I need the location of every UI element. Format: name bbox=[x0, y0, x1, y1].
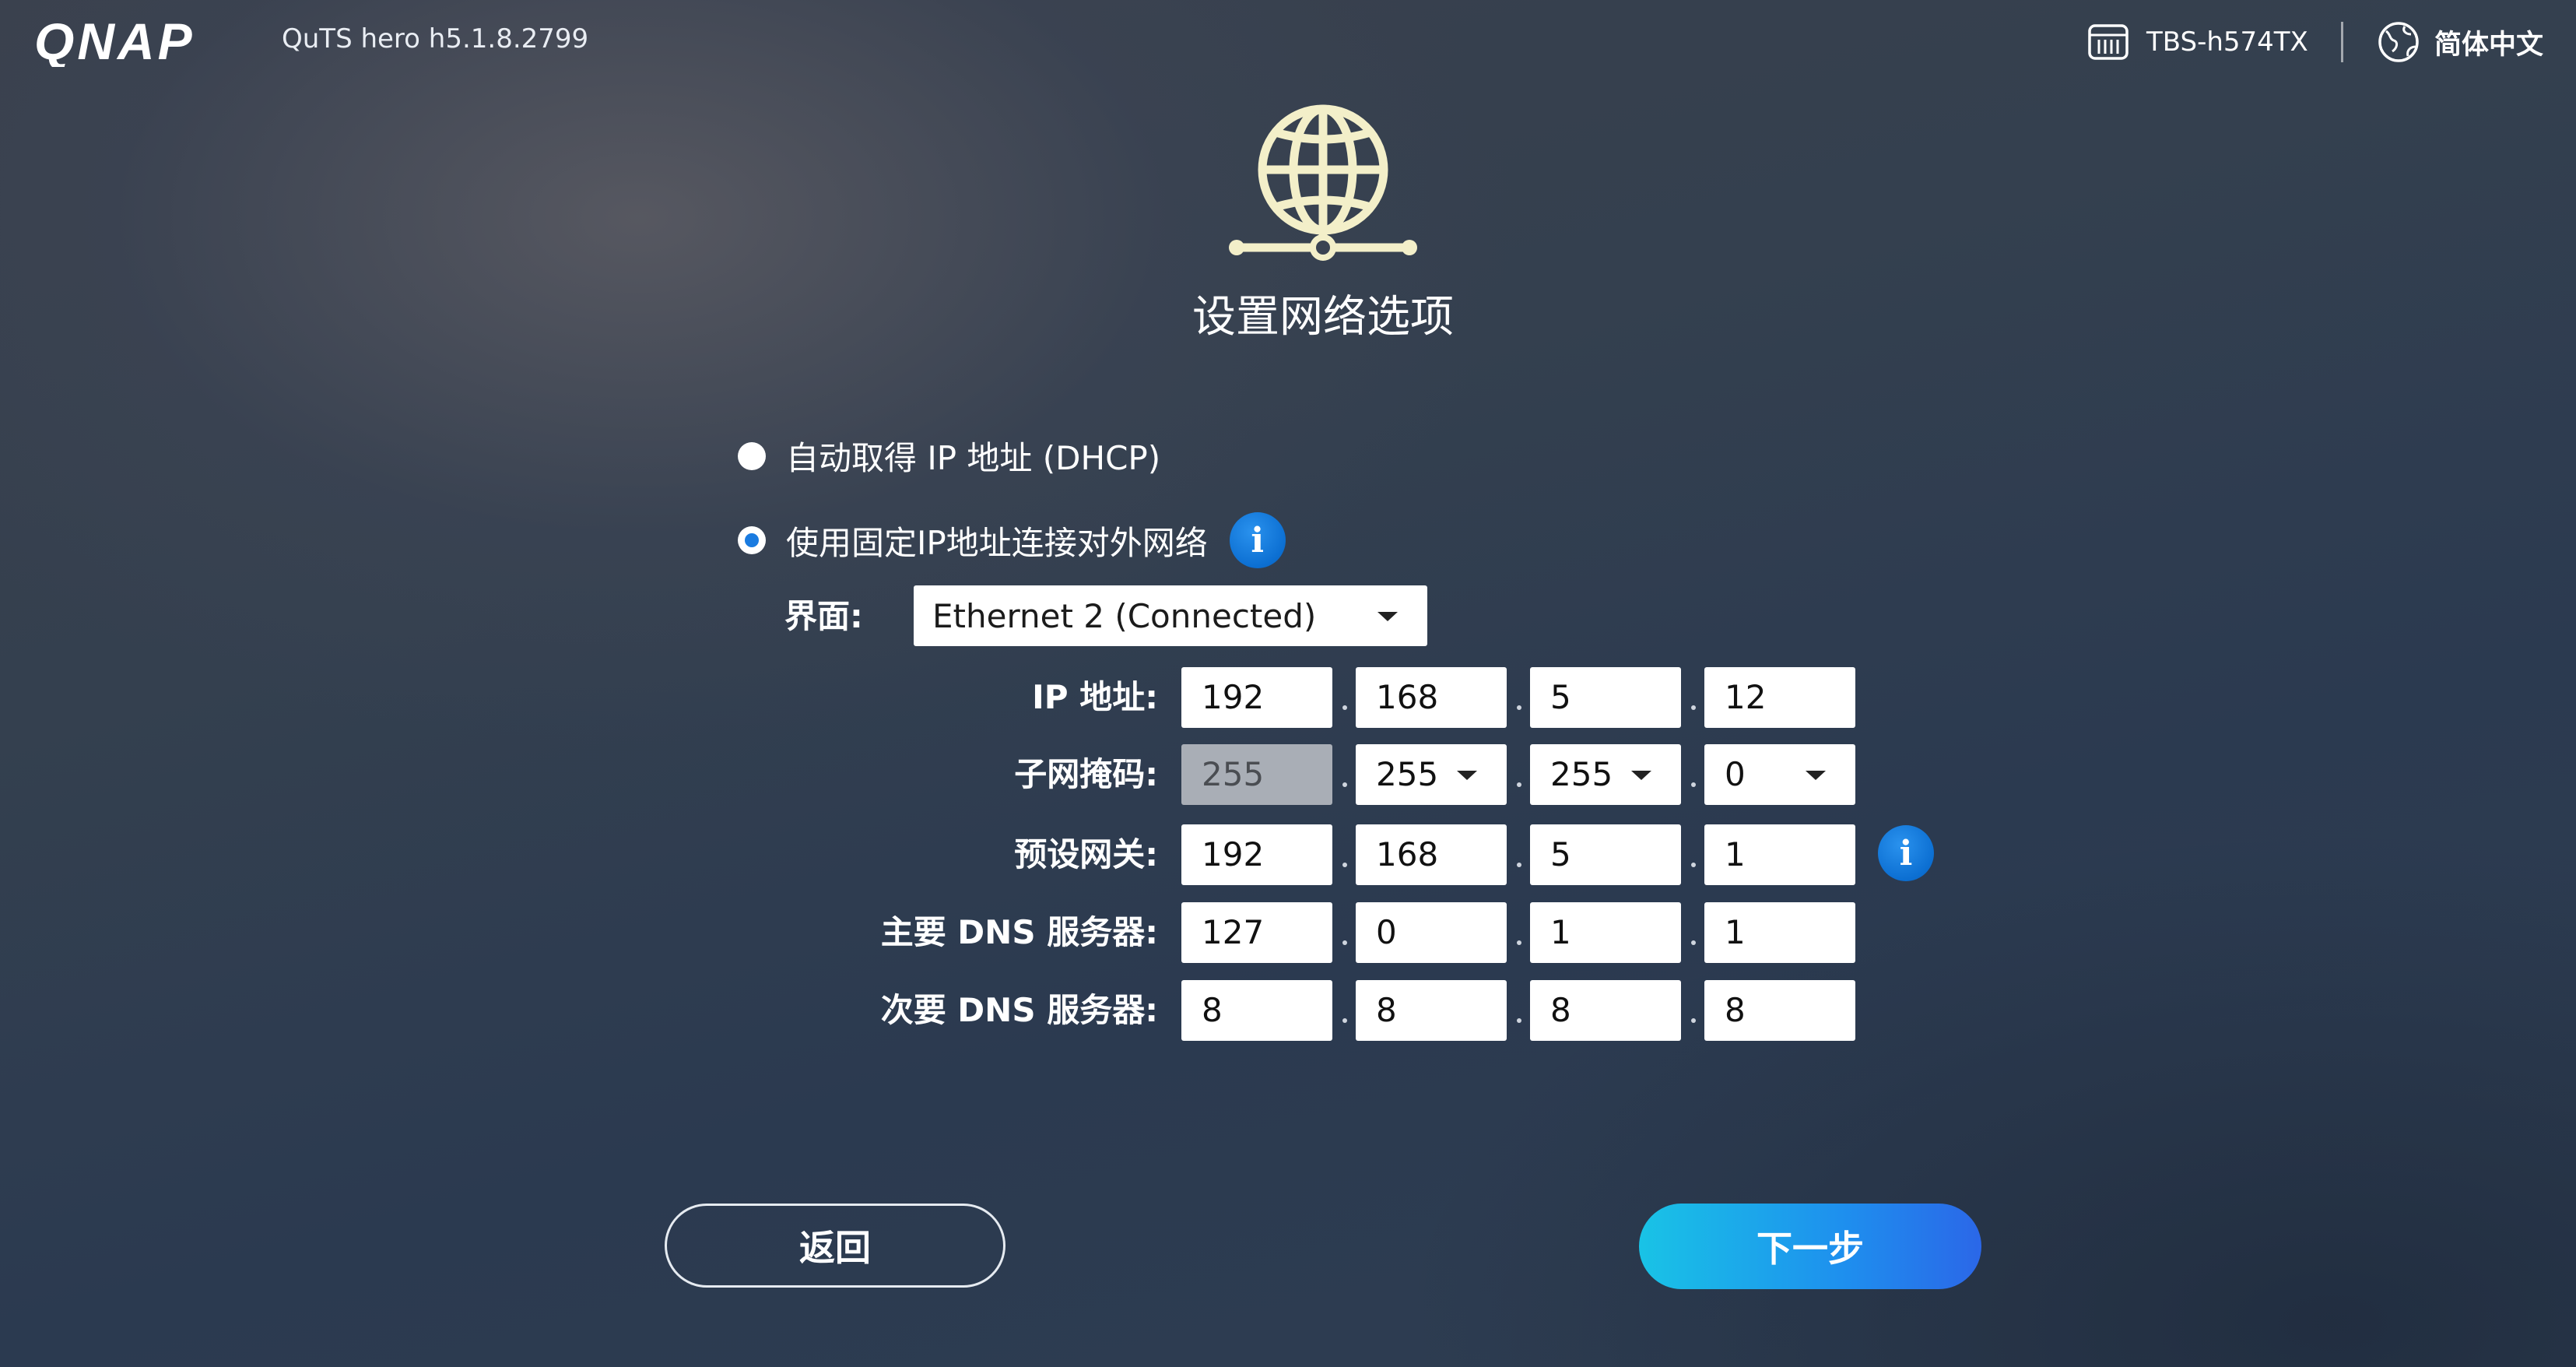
dns1-octet-2[interactable]: 0 bbox=[1356, 902, 1507, 963]
page-title: 设置网络选项 bbox=[1192, 292, 1454, 343]
info-icon[interactable]: i bbox=[1229, 512, 1286, 568]
octet-separator bbox=[1517, 705, 1521, 710]
octet-separator bbox=[1691, 705, 1696, 710]
octet-separator bbox=[1342, 705, 1347, 710]
chevron-down-icon bbox=[1457, 771, 1477, 780]
network-globe-icon bbox=[1229, 104, 1417, 261]
dhcp-radio[interactable] bbox=[738, 441, 766, 470]
chevron-down-icon bbox=[1377, 612, 1398, 621]
static-ip-label: 使用固定IP地址连接对外网络 bbox=[786, 523, 1208, 562]
gateway-octet-3[interactable]: 5 bbox=[1530, 824, 1681, 885]
static-ip-option[interactable]: 使用固定IP地址连接对外网络 i bbox=[738, 512, 1286, 568]
gateway-label: 预设网关: bbox=[1014, 835, 1158, 873]
octet-separator bbox=[1517, 1018, 1521, 1023]
svg-text:QNAP: QNAP bbox=[34, 17, 195, 67]
firmware-version: QuTS hero h5.1.8.2799 bbox=[282, 23, 589, 54]
qnap-logo: QNAP bbox=[34, 17, 195, 67]
octet-separator bbox=[1342, 940, 1347, 945]
octet-separator bbox=[1691, 863, 1696, 867]
subnet-octet-3-dropdown[interactable]: 255 bbox=[1530, 744, 1681, 805]
ip-label: IP 地址: bbox=[1032, 678, 1158, 716]
ip-octet-3[interactable]: 5 bbox=[1530, 667, 1681, 728]
octet-separator bbox=[1691, 1018, 1696, 1023]
dns1-label: 主要 DNS 服务器: bbox=[880, 913, 1158, 951]
dns2-octet-4[interactable]: 8 bbox=[1704, 980, 1855, 1041]
ip-octet-2[interactable]: 168 bbox=[1356, 667, 1507, 728]
language-selector[interactable]: 简体中文 bbox=[2377, 19, 2543, 65]
gateway-octet-2[interactable]: 168 bbox=[1356, 824, 1507, 885]
subnet-octet-2-value: 255 bbox=[1376, 755, 1439, 793]
interface-label: 界面: bbox=[784, 597, 863, 635]
ip-octet-1[interactable]: 192 bbox=[1181, 667, 1332, 728]
back-button-label: 返回 bbox=[799, 1227, 871, 1269]
octet-separator bbox=[1517, 863, 1521, 867]
chevron-down-icon bbox=[1806, 771, 1826, 780]
globe-language-icon bbox=[2378, 22, 2419, 62]
interface-dropdown[interactable]: Ethernet 2 (Connected) bbox=[914, 585, 1427, 646]
octet-separator bbox=[1691, 782, 1696, 787]
nas-device-icon bbox=[2088, 24, 2129, 60]
header-divider bbox=[2341, 22, 2343, 62]
gateway-info-icon[interactable]: i bbox=[1878, 825, 1934, 881]
ip-octet-4[interactable]: 12 bbox=[1704, 667, 1855, 728]
device-info: TBS-h574TX bbox=[2087, 20, 2308, 64]
language-label: 简体中文 bbox=[2434, 29, 2544, 61]
dns2-label: 次要 DNS 服务器: bbox=[880, 991, 1158, 1029]
interface-value: Ethernet 2 (Connected) bbox=[932, 596, 1317, 635]
dns2-octet-3[interactable]: 8 bbox=[1530, 980, 1681, 1041]
subnet-octet-3-value: 255 bbox=[1550, 755, 1613, 793]
subnet-octet-1: 255 bbox=[1181, 744, 1332, 805]
subnet-label: 子网掩码: bbox=[1014, 755, 1158, 793]
next-button-label: 下一步 bbox=[1757, 1228, 1864, 1270]
dns2-octet-2[interactable]: 8 bbox=[1356, 980, 1507, 1041]
device-name: TBS-h574TX bbox=[2146, 26, 2308, 58]
dns1-octet-4[interactable]: 1 bbox=[1704, 902, 1855, 963]
subnet-octet-4-value: 0 bbox=[1725, 755, 1746, 793]
dns1-octet-1[interactable]: 127 bbox=[1181, 902, 1332, 963]
octet-separator bbox=[1517, 782, 1521, 787]
octet-separator bbox=[1517, 940, 1521, 945]
next-button[interactable]: 下一步 bbox=[1639, 1204, 1981, 1289]
chevron-down-icon bbox=[1631, 771, 1651, 780]
octet-separator bbox=[1342, 1018, 1347, 1023]
octet-separator bbox=[1342, 863, 1347, 867]
subnet-octet-4-dropdown[interactable]: 0 bbox=[1704, 744, 1855, 805]
dns1-octet-3[interactable]: 1 bbox=[1530, 902, 1681, 963]
subnet-octet-2-dropdown[interactable]: 255 bbox=[1356, 744, 1507, 805]
dhcp-option[interactable]: 自动取得 IP 地址 (DHCP) bbox=[738, 432, 1160, 480]
gateway-octet-4[interactable]: 1 bbox=[1704, 824, 1855, 885]
gateway-octet-1[interactable]: 192 bbox=[1181, 824, 1332, 885]
back-button[interactable]: 返回 bbox=[665, 1204, 1005, 1288]
octet-separator bbox=[1691, 940, 1696, 945]
dhcp-label: 自动取得 IP 地址 (DHCP) bbox=[786, 439, 1161, 477]
dns2-octet-1[interactable]: 8 bbox=[1181, 980, 1332, 1041]
octet-separator bbox=[1342, 782, 1347, 787]
static-ip-radio[interactable] bbox=[738, 526, 766, 554]
